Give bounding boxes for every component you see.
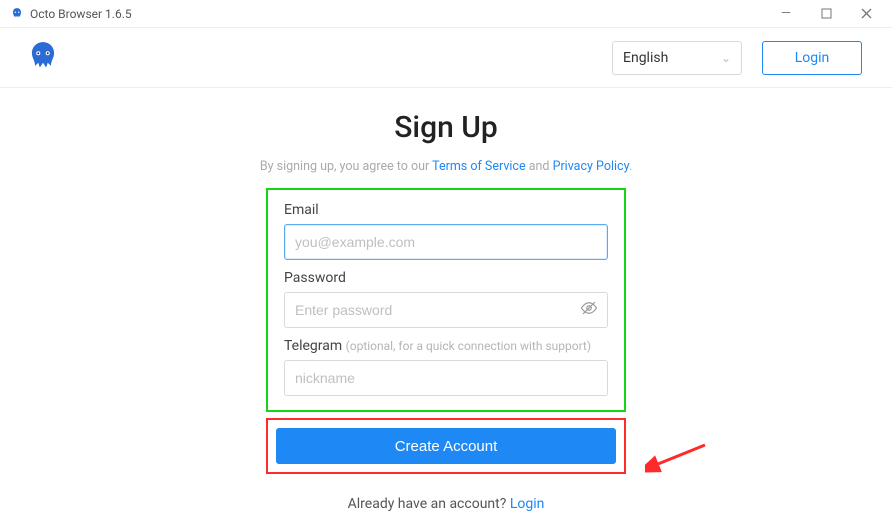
email-label: Email — [284, 202, 608, 218]
window-minimize-button[interactable]: — — [766, 0, 806, 28]
app-header: English ⌄ Login — [0, 28, 892, 88]
chevron-down-icon: ⌄ — [721, 51, 731, 65]
window-title: Octo Browser 1.6.5 — [30, 7, 132, 21]
terms-line: By signing up, you agree to our Terms of… — [0, 159, 892, 174]
signup-panel: Sign Up By signing up, you agree to our … — [0, 88, 892, 512]
window-titlebar: Octo Browser 1.6.5 — — [0, 0, 892, 28]
password-field[interactable] — [284, 292, 608, 328]
login-link[interactable]: Login — [510, 496, 545, 512]
telegram-label: Telegram (optional, for a quick connecti… — [284, 338, 608, 354]
language-select[interactable]: English ⌄ — [612, 41, 742, 75]
create-account-button[interactable]: Create Account — [276, 428, 616, 464]
window-maximize-button[interactable] — [806, 0, 846, 28]
password-label: Password — [284, 270, 608, 286]
language-selected-label: English — [623, 50, 668, 66]
page-title: Sign Up — [0, 110, 892, 145]
toggle-password-visibility-icon[interactable] — [580, 299, 598, 321]
already-have-account: Already have an account? Login — [0, 496, 892, 512]
login-button[interactable]: Login — [762, 41, 862, 75]
email-field[interactable] — [284, 224, 608, 260]
app-icon — [10, 7, 24, 21]
logo-icon — [24, 39, 62, 77]
telegram-field[interactable] — [284, 360, 608, 396]
telegram-hint: (optional, for a quick connection with s… — [346, 339, 591, 353]
window-close-button[interactable] — [846, 0, 886, 28]
annotation-submit-highlight: Create Account — [266, 418, 626, 474]
privacy-policy-link[interactable]: Privacy Policy — [553, 159, 629, 174]
terms-of-service-link[interactable]: Terms of Service — [432, 159, 525, 174]
annotation-form-highlight: Email Password Telegram (optional, for a… — [266, 188, 626, 412]
